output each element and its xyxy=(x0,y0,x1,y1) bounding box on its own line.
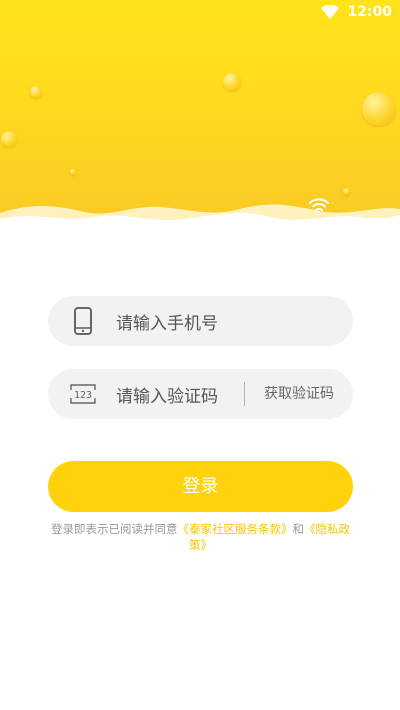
decorative-bubble xyxy=(1,131,17,147)
code-input[interactable]: 请输入验证码 xyxy=(116,382,218,407)
phone-input[interactable]: 请输入手机号 xyxy=(116,309,218,334)
wave-divider xyxy=(0,204,400,245)
code-field[interactable]: 123 请输入验证码 获取验证码 xyxy=(48,369,353,419)
wifi-icon xyxy=(321,5,340,19)
agreement-connector: 和 xyxy=(292,522,305,536)
status-bar: 12:00 xyxy=(321,0,400,24)
decorative-bubble xyxy=(30,86,42,98)
agreement-text: 登录即表示已阅读并同意《泰家社区服务条款》和《隐私政策》 xyxy=(48,521,353,553)
agreement-prefix: 登录即表示已阅读并同意 xyxy=(51,522,178,536)
decorative-bubble xyxy=(343,188,350,195)
decorative-bubble xyxy=(223,73,241,91)
numeric-123-icon: 123 xyxy=(66,384,100,404)
header-banner: 12:00 xyxy=(0,0,400,245)
svg-text:123: 123 xyxy=(74,390,92,401)
decorative-bubble xyxy=(70,169,76,175)
status-time: 12:00 xyxy=(347,4,392,20)
login-button[interactable]: 登录 xyxy=(48,461,353,512)
phone-icon xyxy=(66,307,100,335)
phone-field[interactable]: 请输入手机号 xyxy=(48,296,353,346)
terms-link[interactable]: 《泰家社区服务条款》 xyxy=(178,522,293,536)
get-code-button[interactable]: 获取验证码 xyxy=(264,369,334,419)
decorative-bubble xyxy=(362,92,396,126)
field-divider xyxy=(244,382,245,406)
